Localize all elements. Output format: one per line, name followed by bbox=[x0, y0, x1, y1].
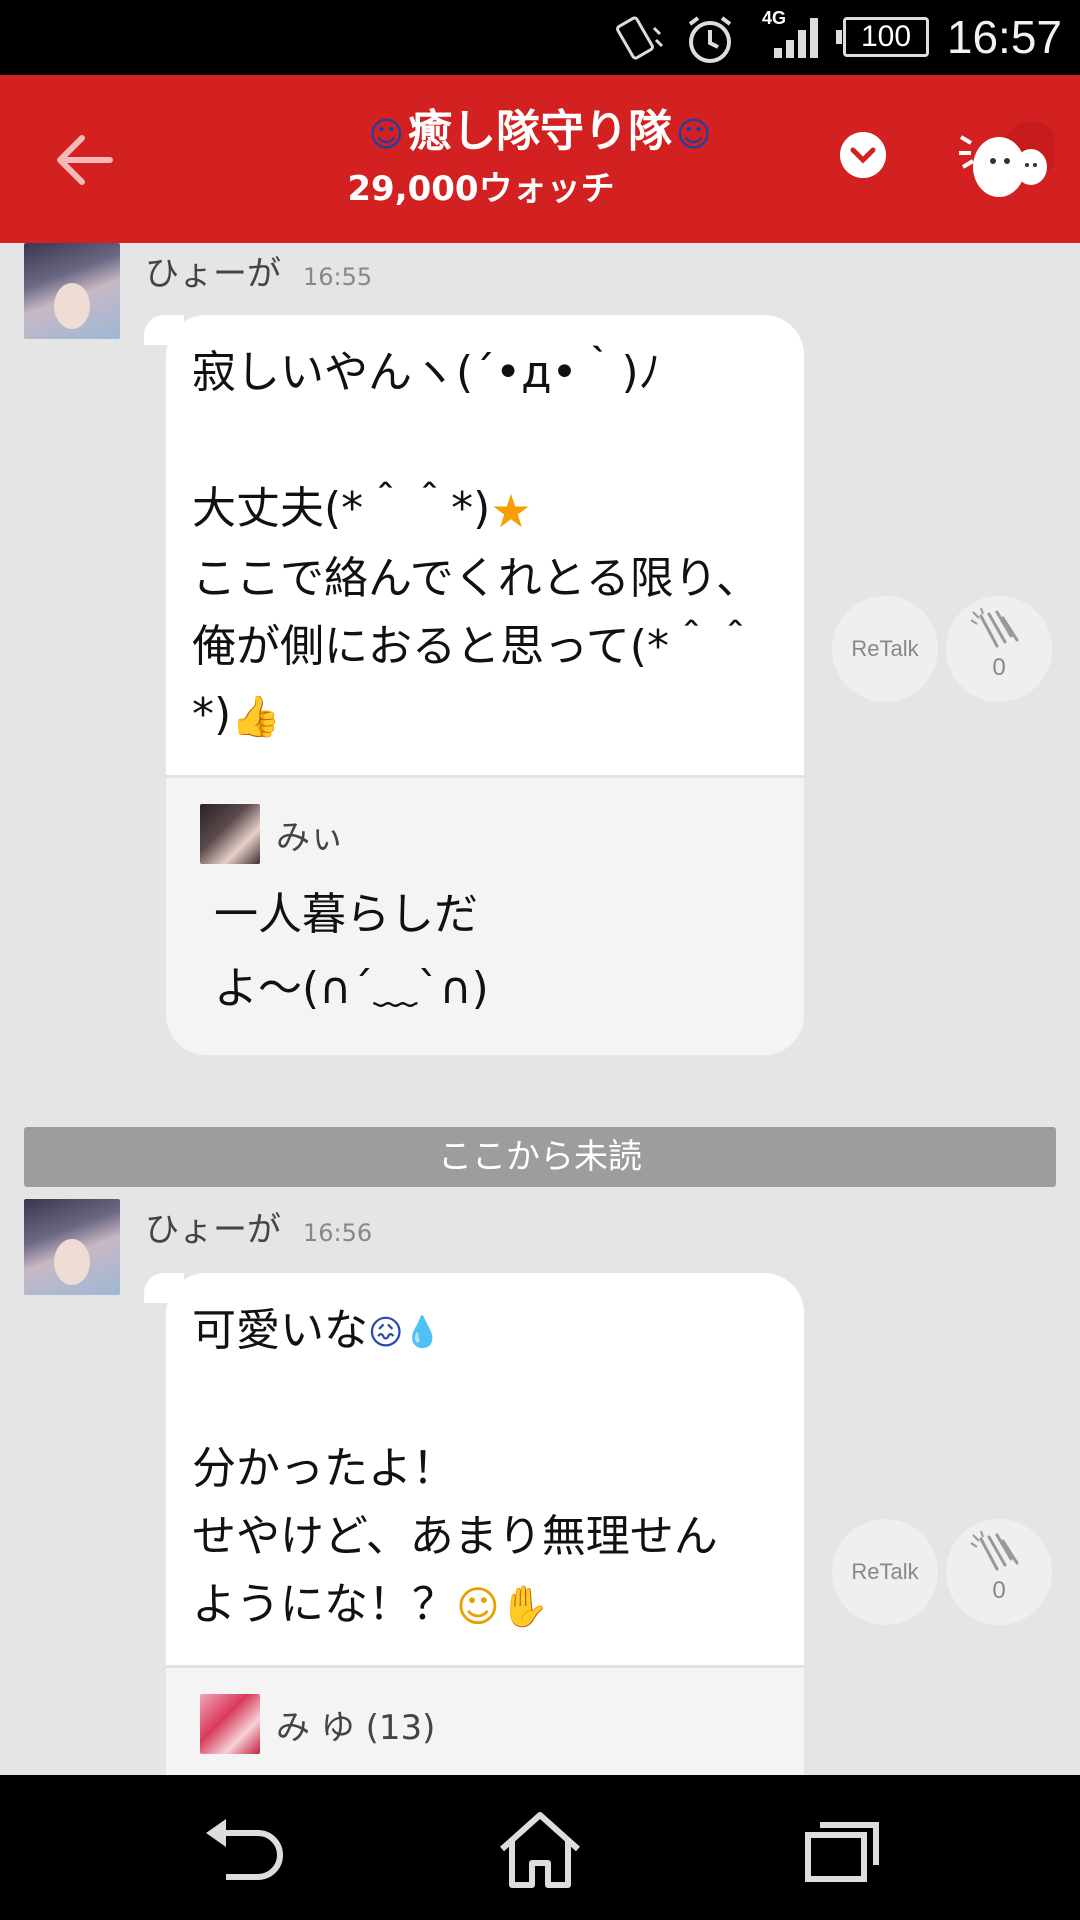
police-face-icon: ☺ bbox=[368, 115, 404, 155]
quote-sender: み ゆ (13) bbox=[276, 1707, 436, 1748]
back-icon[interactable] bbox=[192, 1805, 292, 1895]
quoted-message[interactable]: み ゆ (13) bbox=[166, 1665, 804, 1790]
clap-count: 0 bbox=[992, 1577, 1006, 1604]
alarm-icon bbox=[688, 16, 732, 63]
message-text: 可愛いな😖💧 分かったよ！ せやけど、あまり無理せん ようにな！？☺✋ bbox=[166, 1273, 804, 1665]
system-nav-bar bbox=[0, 1775, 1080, 1920]
smile-icon: ☺ bbox=[456, 1582, 500, 1631]
mascot-icon[interactable] bbox=[955, 115, 1055, 205]
signal-icon bbox=[774, 18, 818, 58]
avatar[interactable] bbox=[24, 1199, 120, 1295]
app-header: ☺癒し隊守り隊 ☺ 29,000ウォッチ bbox=[0, 75, 1080, 243]
message-sender: ひょーが 16:55 bbox=[145, 254, 373, 294]
police-face-icon: ☺ bbox=[676, 115, 712, 155]
quote-avatar bbox=[200, 1694, 260, 1754]
clap-count: 0 bbox=[992, 654, 1006, 681]
battery-indicator: 100 bbox=[836, 17, 929, 57]
avatar[interactable] bbox=[24, 243, 120, 339]
quote-avatar bbox=[200, 804, 260, 864]
star-icon: ★ bbox=[490, 484, 532, 538]
clap-button[interactable]: 0 bbox=[946, 1519, 1052, 1625]
message-sender: ひょーが 16:56 bbox=[145, 1210, 373, 1250]
quote-text: 一人暮らしだ よ〜(∩´﹏`∩) bbox=[214, 889, 489, 1014]
home-icon[interactable] bbox=[490, 1805, 590, 1895]
chevron-down-icon[interactable] bbox=[840, 132, 886, 178]
message-bubble[interactable]: 可愛いな😖💧 分かったよ！ せやけど、あまり無理せん ようにな！？☺✋ み ゆ … bbox=[166, 1273, 804, 1813]
quote-sender: みぃ bbox=[276, 817, 344, 858]
unread-divider: ここから未読 bbox=[24, 1127, 1056, 1187]
status-bar: 4G 100 16:57 bbox=[0, 0, 1080, 75]
clap-icon bbox=[970, 1530, 1019, 1571]
raised-hand-icon: ✋ bbox=[499, 1584, 550, 1630]
sweat-drop-icon: 💧 bbox=[403, 1315, 441, 1350]
clap-button[interactable]: 0 bbox=[946, 596, 1052, 702]
clock: 16:57 bbox=[946, 11, 1062, 63]
sweat-face-icon: 😖 bbox=[368, 1313, 404, 1353]
message-bubble[interactable]: 寂しいやんヽ(´•д•｀)ﾉ 大丈夫(*＾＾*)★ ここで絡んでくれとる限り、俺… bbox=[166, 315, 804, 1055]
message-text: 寂しいやんヽ(´•д•｀)ﾉ 大丈夫(*＾＾*)★ ここで絡んでくれとる限り、俺… bbox=[166, 315, 804, 775]
quoted-message[interactable]: みぃ 一人暮らしだ よ〜(∩´﹏`∩) bbox=[166, 775, 804, 1055]
page-title: ☺癒し隊守り隊 ☺ bbox=[368, 106, 712, 157]
retalk-button[interactable]: ReTalk bbox=[832, 1519, 938, 1625]
vibrate-icon bbox=[616, 16, 664, 60]
thumbs-up-icon: 👍 bbox=[231, 694, 281, 740]
recent-apps-icon[interactable] bbox=[790, 1805, 890, 1895]
watch-count: 29,000ウォッチ bbox=[347, 169, 615, 209]
clap-icon bbox=[970, 607, 1019, 648]
retalk-button[interactable]: ReTalk bbox=[832, 596, 938, 702]
